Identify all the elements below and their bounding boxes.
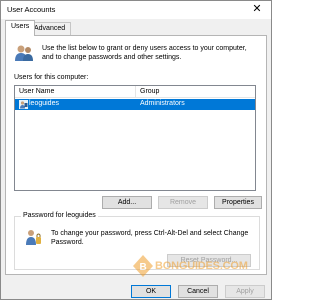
key-icon xyxy=(26,230,41,245)
column-header-group[interactable]: Group xyxy=(140,88,159,95)
user-icon xyxy=(19,100,28,109)
column-header-user-name[interactable]: User Name xyxy=(19,88,54,95)
list-header: User Name Group xyxy=(15,86,255,98)
users-icon xyxy=(15,45,33,61)
password-instructions: To change your password, press Ctrl-Alt-… xyxy=(51,230,249,246)
ok-button[interactable]: OK xyxy=(131,285,171,298)
user-accounts-window: User Accounts ✕ Users Advanced Use the l… xyxy=(0,0,272,300)
column-separator[interactable] xyxy=(135,86,136,98)
watermark-text: BONGUIDES.COM xyxy=(155,260,248,272)
users-list[interactable]: User Name Group leoguides Administrators xyxy=(14,85,256,191)
title-bar: User Accounts ✕ xyxy=(1,1,271,19)
remove-button[interactable]: Remove xyxy=(158,196,208,209)
password-group-title: Password for leoguides xyxy=(21,212,98,219)
users-list-label: Users for this computer: xyxy=(14,74,89,81)
watermark: B BONGUIDES.COM xyxy=(133,255,248,277)
window-title: User Accounts xyxy=(7,5,56,14)
apply-button[interactable]: Apply xyxy=(225,285,265,298)
intro-text: Use the list below to grant or deny user… xyxy=(42,45,247,61)
add-button[interactable]: Add... xyxy=(102,196,152,209)
table-row[interactable]: leoguides Administrators xyxy=(15,99,255,110)
brand-logo-icon: B xyxy=(133,255,153,277)
properties-button[interactable]: Properties xyxy=(214,196,262,209)
cancel-button[interactable]: Cancel xyxy=(178,285,218,298)
tab-users[interactable]: Users xyxy=(5,20,36,36)
row-user-name: leoguides xyxy=(29,100,59,107)
close-icon[interactable]: ✕ xyxy=(246,2,268,17)
svg-text:B: B xyxy=(140,262,147,273)
row-group: Administrators xyxy=(140,100,185,107)
users-tab-panel: Use the list below to grant or deny user… xyxy=(5,35,267,275)
